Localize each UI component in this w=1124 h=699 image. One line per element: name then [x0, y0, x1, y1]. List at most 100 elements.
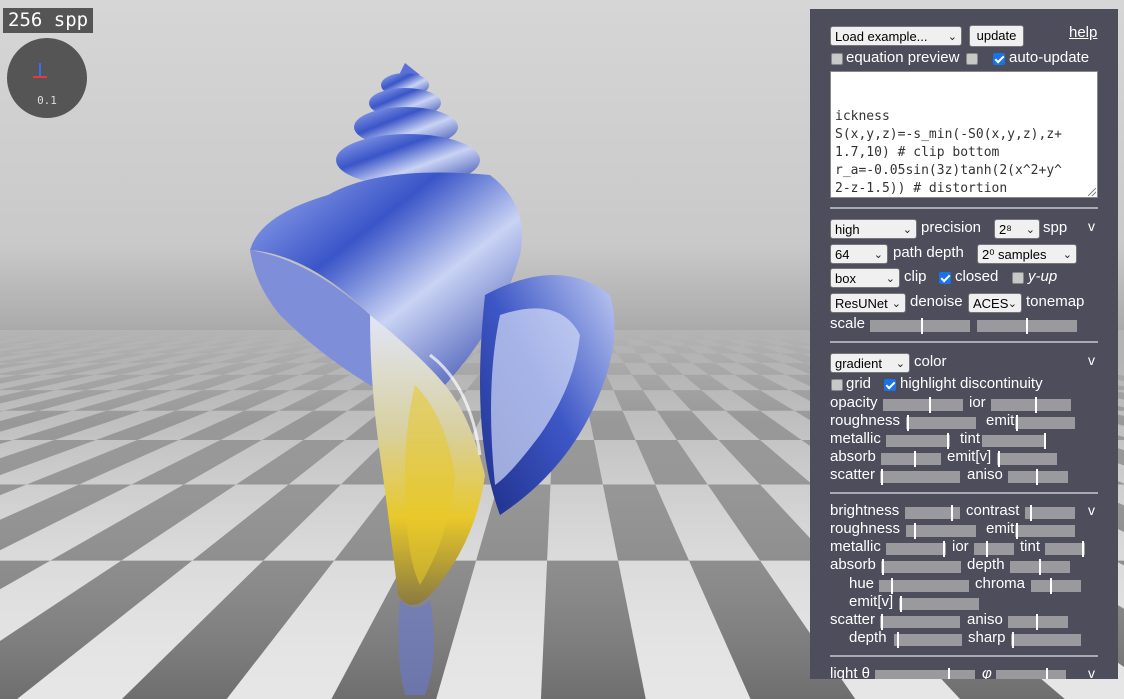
bg-depth-slider[interactable] — [1010, 559, 1070, 575]
equation-lines: ickness S(x,y,z)=-s_min(-S0(x,y,z),z+ 1.7,… — [835, 108, 1093, 197]
collapse-material-toggle[interactable]: v — [1088, 352, 1095, 368]
divider — [830, 655, 1098, 657]
bg-absorb-slider[interactable] — [881, 559, 961, 575]
highlight-discontinuity-label: highlight discontinuity — [900, 375, 1043, 392]
auto-update-checkbox[interactable] — [993, 53, 1005, 65]
load-example-select[interactable]: Load example... ⌄ — [830, 26, 962, 46]
equation-editor[interactable]: ickness S(x,y,z)=-s_min(-S0(x,y,z),z+ 1.7,… — [830, 71, 1098, 198]
bg-tint-label: tint — [1020, 538, 1041, 555]
scatter-label: scatter — [830, 466, 876, 483]
resize-handle-icon[interactable] — [1088, 188, 1096, 196]
tint-slider[interactable] — [982, 433, 1046, 449]
bg-scatter-label: scatter — [830, 611, 876, 628]
chevron-down-icon: ⌄ — [947, 31, 957, 43]
bg-depth2-slider[interactable] — [894, 632, 962, 648]
bg-emit-v-slider[interactable] — [899, 596, 979, 612]
bg-aniso-slider[interactable] — [1008, 614, 1068, 630]
equation-preview-label: equation preview — [846, 49, 960, 66]
y-up-label: y-up — [1028, 268, 1058, 285]
collapse-background-toggle[interactable]: v — [1088, 502, 1095, 518]
aniso-slider[interactable] — [1008, 469, 1068, 485]
aniso-label: aniso — [967, 466, 1003, 483]
metallic-slider[interactable] — [886, 433, 950, 449]
equation-line: r_a=-0.05sin(3z)tanh(2(x^2+y^ — [835, 163, 1062, 178]
bg-scatter-slider[interactable] — [880, 614, 960, 630]
light-phi-label: φ — [982, 665, 992, 679]
absorb-label: absorb — [830, 448, 876, 465]
emit-label: emit — [986, 412, 1015, 429]
bg-tint-slider[interactable] — [1045, 541, 1085, 557]
sharp-label: sharp — [968, 629, 1006, 646]
path-depth-label: path depth — [893, 244, 964, 261]
bg-roughness-label: roughness — [830, 520, 901, 537]
gizmo-scale: 0.1 — [37, 94, 57, 107]
denoise-label: denoise — [910, 293, 963, 310]
sharp-slider[interactable] — [1011, 632, 1081, 648]
absorb-slider[interactable] — [881, 451, 941, 467]
emit-v-slider[interactable] — [997, 451, 1057, 467]
bg-ior-slider[interactable] — [974, 541, 1014, 557]
hue-slider[interactable] — [879, 578, 969, 594]
scale-slider-2[interactable] — [977, 318, 1077, 334]
bg-depth-label: depth — [967, 556, 1005, 573]
contrast-label: contrast — [966, 502, 1020, 519]
roughness-slider[interactable] — [906, 415, 976, 431]
light-phi-slider[interactable] — [996, 668, 1066, 679]
bg-roughness-slider[interactable] — [906, 523, 976, 539]
bg-absorb-label: absorb — [830, 556, 876, 573]
bg-emit-slider[interactable] — [1015, 523, 1075, 539]
divider — [830, 207, 1098, 209]
emit-v-label: emit[v] — [947, 448, 992, 465]
spp-label: spp — [1043, 219, 1068, 236]
y-up-checkbox[interactable] — [1012, 272, 1024, 284]
color-label: color — [914, 353, 947, 370]
bg-metallic-label: metallic — [830, 538, 881, 555]
ior-slider[interactable] — [991, 397, 1071, 413]
scale-label: scale — [830, 315, 866, 332]
bg-metallic-slider[interactable] — [886, 541, 946, 557]
clip-select[interactable]: box ⌄ — [830, 268, 900, 288]
precision-select[interactable]: high ⌄ — [830, 219, 917, 239]
equation-line: 2-z-1.5)) # distortion — [835, 181, 1008, 196]
bg-emit-label: emit — [986, 520, 1015, 537]
scatter-slider[interactable] — [880, 469, 960, 485]
update-button[interactable]: update — [969, 25, 1024, 47]
light-theta-label: light θ — [830, 665, 871, 679]
equation-line: 1.7,10) # clip bottom — [835, 145, 1000, 160]
seashell-render — [250, 63, 615, 695]
equation-line: ickness — [835, 109, 890, 124]
collapse-render-toggle[interactable]: v — [1088, 218, 1095, 234]
spp-select[interactable]: 2⁸ ⌄ — [994, 219, 1040, 239]
spp-counter: 256 spp — [3, 8, 94, 33]
contrast-slider[interactable] — [1025, 505, 1075, 521]
option-checkbox[interactable] — [966, 53, 978, 65]
grid-checkbox[interactable] — [831, 379, 843, 391]
scale-slider-1[interactable] — [870, 318, 970, 334]
samples-select[interactable]: 2⁰ samples ⌄ — [977, 244, 1077, 264]
denoise-select[interactable]: ResUNet ⌄ — [830, 293, 906, 313]
help-link[interactable]: help — [1069, 24, 1097, 41]
divider — [830, 341, 1098, 343]
roughness-label: roughness — [830, 412, 901, 429]
closed-label: closed — [955, 268, 999, 285]
collapse-light-toggle[interactable]: v — [1088, 665, 1095, 679]
path-depth-select[interactable]: 64 ⌄ — [830, 244, 888, 264]
highlight-discontinuity-checkbox[interactable] — [884, 379, 896, 391]
auto-update-label: auto-update — [1009, 49, 1090, 66]
chroma-label: chroma — [975, 575, 1026, 592]
axis-gizmo[interactable]: 0.1 — [7, 38, 87, 118]
equation-preview-checkbox[interactable] — [831, 53, 843, 65]
chroma-slider[interactable] — [1031, 578, 1081, 594]
emit-slider[interactable] — [1015, 415, 1075, 431]
tint-label: tint — [960, 430, 981, 447]
tonemap-select[interactable]: ACES ⌄ — [968, 293, 1022, 313]
brightness-slider[interactable] — [905, 505, 960, 521]
opacity-label: opacity — [830, 394, 878, 411]
bg-depth2-label: depth — [849, 629, 887, 646]
opacity-slider[interactable] — [883, 397, 963, 413]
light-theta-slider[interactable] — [875, 668, 975, 679]
color-mode-select[interactable]: gradient ⌄ — [830, 353, 910, 373]
brightness-label: brightness — [830, 502, 900, 519]
divider — [830, 492, 1098, 494]
closed-checkbox[interactable] — [939, 272, 951, 284]
